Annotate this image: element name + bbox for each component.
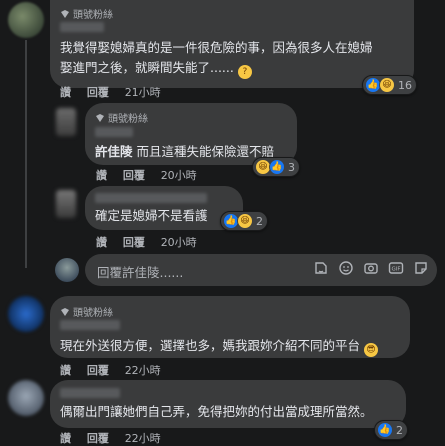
sticker-face-icon[interactable] bbox=[413, 260, 429, 276]
reply-input[interactable]: 回覆許佳陵...... GIF bbox=[85, 254, 437, 286]
avatar[interactable] bbox=[8, 380, 44, 416]
timestamp[interactable]: 22小時 bbox=[125, 432, 161, 445]
comment-actions: 讚 回覆 20小時 bbox=[96, 167, 209, 183]
reply-link[interactable]: 回覆 bbox=[87, 432, 109, 445]
reply-toolbar: GIF bbox=[313, 260, 429, 276]
comment-text: 現在外送很方便，選擇也多，媽我跟妳介紹不同的平台 😎 bbox=[60, 336, 378, 357]
timestamp[interactable]: 21小時 bbox=[125, 86, 161, 99]
comment-text-line: 娶進門之後，就瞬間失能了...... ? bbox=[60, 58, 373, 79]
avatar[interactable] bbox=[56, 190, 76, 218]
reply-link[interactable]: 回覆 bbox=[123, 169, 145, 182]
reaction-count: 2 bbox=[256, 214, 263, 228]
reply-link[interactable]: 回覆 bbox=[123, 236, 145, 249]
reply-placeholder: 回覆許佳陵...... bbox=[97, 265, 184, 280]
fan-badge-icon bbox=[61, 9, 69, 18]
sunglasses-emoji-icon: 😎 bbox=[364, 343, 378, 357]
camera-icon[interactable] bbox=[363, 260, 379, 276]
avatar[interactable] bbox=[56, 108, 76, 136]
like-link[interactable]: 讚 bbox=[60, 86, 71, 99]
reaction-summary[interactable]: 👍 2 bbox=[374, 420, 408, 440]
reply-link[interactable]: 回覆 bbox=[87, 86, 109, 99]
comment-text-line: 我覺得娶媳婦真的是一件很危險的事，因為很多人在媳婦 bbox=[60, 40, 373, 55]
haha-reaction-icon: 😆 bbox=[237, 213, 253, 229]
comment-text: 許佳陵 而且這種失能保險還不賠 bbox=[95, 142, 274, 162]
fan-badge: 頭號粉絲 bbox=[60, 304, 113, 319]
comment-text-part: 確定是媳婦不是看護 bbox=[95, 208, 208, 223]
current-user-avatar[interactable] bbox=[55, 258, 79, 282]
commenter-name[interactable] bbox=[60, 320, 120, 330]
comment-text-part: 而且這種失能保險還不賠 bbox=[136, 144, 275, 159]
timestamp[interactable]: 20小時 bbox=[161, 236, 197, 249]
avatar[interactable] bbox=[8, 296, 44, 332]
like-reaction-icon: 👍 bbox=[377, 422, 393, 438]
sticker-icon[interactable] bbox=[313, 260, 329, 276]
comment-text: 偶爾出門讓她們自己弄，免得把妳的付出當成理所當然。 bbox=[60, 402, 373, 422]
avatar[interactable] bbox=[8, 2, 44, 38]
comment-text-part: 現在外送很方便，選擇也多，媽我跟妳介紹不同的平台 bbox=[60, 338, 361, 353]
comment-actions: 讚 回覆 21小時 bbox=[60, 84, 173, 100]
fan-badge: 頭號粉絲 bbox=[60, 6, 113, 21]
comment-actions: 讚 回覆 20小時 bbox=[96, 234, 209, 250]
mention-link[interactable]: 許佳陵 bbox=[95, 144, 133, 159]
timestamp[interactable]: 20小時 bbox=[161, 169, 197, 182]
reaction-summary[interactable]: 😆 👍 3 bbox=[252, 157, 300, 177]
like-link[interactable]: 讚 bbox=[96, 169, 107, 182]
fan-badge-label: 頭號粉絲 bbox=[108, 114, 148, 125]
like-link[interactable]: 讚 bbox=[60, 432, 71, 445]
comment-actions: 讚 回覆 22小時 bbox=[60, 430, 173, 446]
comment-text: 確定是媳婦不是看護 bbox=[95, 206, 208, 226]
fan-badge-icon bbox=[96, 113, 104, 122]
comment-actions: 讚 回覆 22小時 bbox=[60, 362, 173, 378]
reaction-summary[interactable]: 👍 😆 2 bbox=[220, 211, 268, 231]
reaction-count: 16 bbox=[398, 78, 412, 92]
commenter-name[interactable] bbox=[60, 388, 120, 398]
fan-badge: 頭號粉絲 bbox=[95, 110, 148, 125]
reaction-summary[interactable]: 👍 😆 16 bbox=[362, 75, 417, 95]
reaction-count: 2 bbox=[396, 423, 403, 437]
comment-text-part: 娶進門之後，就瞬間失能了...... bbox=[60, 60, 234, 75]
commenter-name[interactable] bbox=[95, 193, 207, 203]
comment-text: 我覺得娶媳婦真的是一件很危險的事，因為很多人在媳婦 娶進門之後，就瞬間失能了..… bbox=[60, 38, 373, 79]
haha-reaction-icon: 😆 bbox=[379, 77, 395, 93]
fan-badge-icon bbox=[61, 307, 69, 316]
like-link[interactable]: 讚 bbox=[60, 364, 71, 377]
comment-text-part: 偶爾出門讓她們自己弄，免得把妳的付出當成理所當然。 bbox=[60, 404, 373, 419]
like-reaction-icon: 👍 bbox=[269, 159, 285, 175]
emoji-icon[interactable] bbox=[338, 260, 354, 276]
reaction-count: 3 bbox=[288, 160, 295, 174]
like-link[interactable]: 讚 bbox=[96, 236, 107, 249]
fan-badge-label: 頭號粉絲 bbox=[73, 10, 113, 21]
gif-icon[interactable]: GIF bbox=[388, 260, 404, 276]
timestamp[interactable]: 22小時 bbox=[125, 364, 161, 377]
reply-link[interactable]: 回覆 bbox=[87, 364, 109, 377]
thread-line bbox=[25, 40, 27, 268]
commenter-name[interactable] bbox=[95, 127, 133, 137]
fan-badge-label: 頭號粉絲 bbox=[73, 308, 113, 319]
svg-text:GIF: GIF bbox=[391, 267, 400, 273]
thinking-emoji-icon: ? bbox=[237, 65, 252, 79]
commenter-name[interactable] bbox=[60, 22, 104, 32]
